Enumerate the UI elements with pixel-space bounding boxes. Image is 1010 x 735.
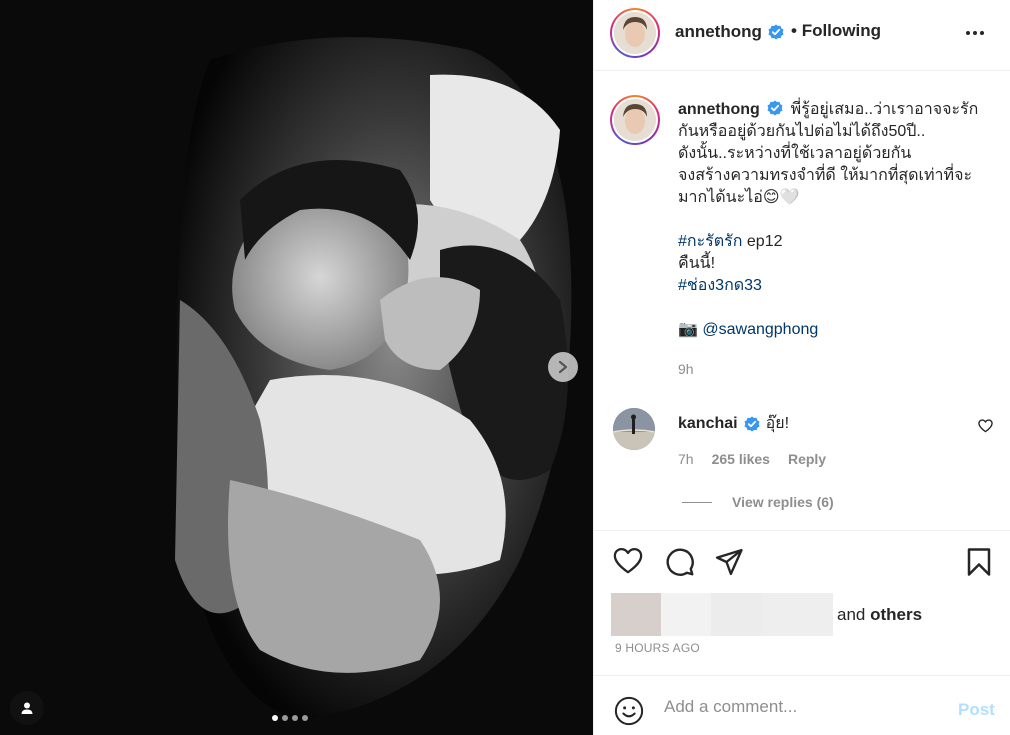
hashtag-link[interactable]: #ช่อง3กด33 xyxy=(678,277,762,294)
caption-text: มากได้นะไอ่😊🤍 xyxy=(678,189,800,206)
caption-text: พี่รู้อยู่เสมอ..ว่าเราอาจจะรัก xyxy=(790,101,979,118)
episode-text: ep12 xyxy=(742,233,783,250)
comment-body: kanchai อุ๊ย! xyxy=(678,411,789,436)
carousel-dot xyxy=(302,715,308,721)
caption-text: จงสร้างความทรงจำที่ดี ให้มากที่สุดเท่าที… xyxy=(678,167,973,184)
emoji-button[interactable] xyxy=(614,696,644,731)
comment-timestamp[interactable]: 7h xyxy=(678,451,694,467)
camera-icon: 📷 xyxy=(678,321,698,338)
and-others-text: and others xyxy=(837,605,922,625)
caption-username[interactable]: annethong xyxy=(678,101,760,118)
like-button[interactable] xyxy=(613,547,643,580)
heart-outline-icon xyxy=(978,419,993,433)
post-actions: and others 9 HOURS AGO xyxy=(594,530,1010,675)
carousel-dot-active xyxy=(272,715,278,721)
tagged-users-button[interactable] xyxy=(10,691,44,725)
and-label: and xyxy=(837,604,866,624)
view-replies-label[interactable]: View replies (6) xyxy=(732,494,834,510)
replies-divider xyxy=(682,501,712,503)
follow-status-label[interactable]: Following xyxy=(802,21,881,40)
heart-outline-icon xyxy=(613,548,643,574)
hashtag-link[interactable]: #กะรัตรัก xyxy=(678,233,742,250)
post-image xyxy=(0,0,593,735)
verified-badge-icon xyxy=(744,416,760,431)
photo-credit-line: 📷 @sawangphong xyxy=(678,319,998,341)
user-icon xyxy=(21,702,33,714)
save-button[interactable] xyxy=(965,547,993,582)
caption-line-1: annethong พี่รู้อยู่เสมอ..ว่าเราอาจจะรัก xyxy=(678,99,998,121)
caption-author-avatar[interactable] xyxy=(610,95,660,145)
commenter-username[interactable]: kanchai xyxy=(678,415,738,433)
commenter-avatar[interactable] xyxy=(613,408,655,450)
comment-input[interactable] xyxy=(664,694,944,720)
caption-hashtag-line: #กะรัตรัก ep12 xyxy=(678,231,998,253)
post-header: annethong • Following xyxy=(594,0,1010,71)
share-button[interactable] xyxy=(714,547,744,582)
bullet-separator: • xyxy=(791,21,802,40)
comment-likes-count[interactable]: 265 likes xyxy=(712,451,770,467)
reply-button[interactable]: Reply xyxy=(788,451,826,467)
caption-hashtag-line: #ช่อง3กด33 xyxy=(678,275,998,297)
others-link[interactable]: others xyxy=(870,605,922,624)
post-caption: annethong พี่รู้อยู่เสมอ..ว่าเราอาจจะรัก… xyxy=(678,99,998,341)
carousel-dot xyxy=(292,715,298,721)
caption-timestamp[interactable]: 9h xyxy=(678,361,694,377)
profile-photo-icon xyxy=(614,12,656,54)
blurred-liker xyxy=(761,593,833,636)
caption-text: กันหรืออยู่ด้วยกันไปต่อไม่ได้ถึง50ปี.. xyxy=(678,123,926,140)
liked-by-row: and others xyxy=(611,593,922,636)
verified-badge-icon xyxy=(767,100,783,116)
post-details-panel: annethong • Following annethong พี่รู้อย… xyxy=(593,0,1010,735)
blurred-liker xyxy=(611,593,661,636)
smiley-icon xyxy=(614,696,644,726)
comment-meta: 7h 265 likes Reply xyxy=(678,451,826,467)
more-options-icon xyxy=(966,31,984,35)
post-photo[interactable] xyxy=(0,0,593,735)
comment-like-button[interactable] xyxy=(978,419,993,438)
post-time-ago[interactable]: 9 HOURS AGO xyxy=(615,641,700,655)
comment-button[interactable] xyxy=(665,547,695,582)
carousel-dot xyxy=(282,715,288,721)
caption-text: ดังนั้น..ระหว่างที่ใช้เวลาอยู่ด้วยกัน xyxy=(678,145,912,162)
author-avatar[interactable] xyxy=(610,8,660,58)
caption-text: คืนนี้! xyxy=(678,255,716,272)
profile-photo-icon xyxy=(614,99,656,141)
comment-text: อุ๊ย! xyxy=(765,415,790,432)
bookmark-icon xyxy=(967,548,991,576)
paper-plane-icon xyxy=(715,548,743,576)
chevron-right-icon xyxy=(558,360,568,374)
add-comment-bar: Post xyxy=(594,675,1010,735)
blurred-liker xyxy=(661,593,711,636)
author-username-text[interactable]: annethong xyxy=(675,22,762,42)
comment-bubble-icon xyxy=(666,548,694,576)
carousel-indicator xyxy=(272,715,308,721)
author-username[interactable]: annethong xyxy=(675,22,784,42)
next-slide-button[interactable] xyxy=(548,352,578,382)
blurred-likers xyxy=(611,593,833,636)
more-options-button[interactable] xyxy=(964,22,986,49)
follow-status-button[interactable]: • Following xyxy=(791,21,881,41)
verified-badge-icon xyxy=(768,24,784,40)
blurred-liker xyxy=(711,593,761,636)
post-comment-button[interactable]: Post xyxy=(958,700,995,720)
view-replies-button[interactable]: View replies (6) xyxy=(682,494,834,510)
profile-photo-icon xyxy=(613,408,655,450)
photo-credit-mention[interactable]: @sawangphong xyxy=(702,321,818,338)
